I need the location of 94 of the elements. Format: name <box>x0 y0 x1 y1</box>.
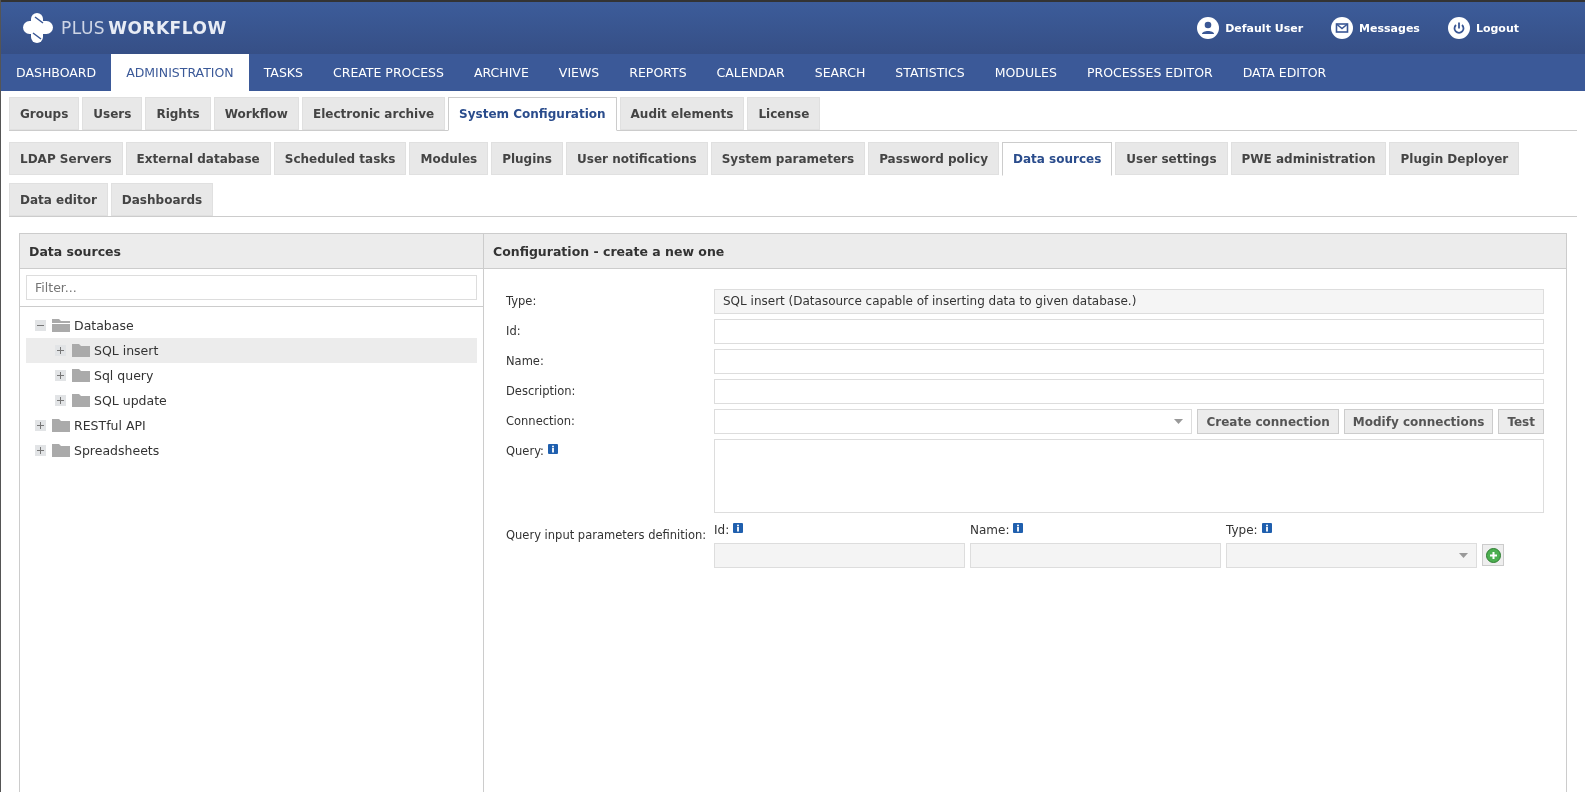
tree-item[interactable]: SQL insert <box>26 338 477 363</box>
tab[interactable]: Data editor <box>9 183 108 216</box>
folder-icon <box>72 394 90 407</box>
tab[interactable]: System Configuration <box>448 97 617 131</box>
panel-title: Data sources <box>29 243 121 259</box>
tree-item[interactable]: Spreadsheets <box>26 438 477 463</box>
field-label: Description: <box>506 384 576 398</box>
nav-tab[interactable]: TASKS <box>248 54 318 91</box>
tab[interactable]: System parameters <box>710 142 866 175</box>
tab[interactable]: Dashboards <box>110 183 214 216</box>
info-icon[interactable] <box>1013 523 1024 533</box>
expand-icon[interactable] <box>35 420 46 431</box>
tab[interactable]: Audit elements <box>619 97 745 130</box>
tab[interactable]: PWE administration <box>1230 142 1387 175</box>
nav-tab[interactable]: CREATE PROCESS <box>317 54 459 91</box>
header-link[interactable]: Default User <box>1197 17 1304 39</box>
tab[interactable]: Password policy <box>868 142 999 175</box>
collapse-icon[interactable] <box>35 320 46 331</box>
field-label: Query input parameters definition: <box>506 528 707 542</box>
column-label: Id: <box>714 523 730 537</box>
info-icon[interactable] <box>1261 523 1272 533</box>
folder-icon <box>72 344 90 357</box>
envelope-icon <box>1331 17 1354 39</box>
nav-tab[interactable]: MODULES <box>979 54 1072 91</box>
field-label: Name: <box>506 354 544 368</box>
tab[interactable]: Data sources <box>1002 142 1113 176</box>
tree-item[interactable]: RESTful API <box>26 413 477 438</box>
input-field[interactable] <box>714 379 1544 404</box>
input-field[interactable] <box>970 543 1221 568</box>
input-field[interactable] <box>714 543 965 568</box>
expand-icon[interactable] <box>55 345 66 356</box>
add-button[interactable] <box>1482 544 1504 566</box>
user-icon <box>1197 17 1220 39</box>
logo-icon <box>21 11 55 45</box>
nav-tab[interactable]: DASHBOARD <box>1 54 112 91</box>
dropdown-caret-icon <box>1459 553 1468 558</box>
field-label: Id: <box>506 324 521 338</box>
power-icon <box>1447 17 1470 39</box>
tab[interactable]: LDAP Servers <box>9 142 123 175</box>
nav-tab[interactable]: ADMINISTRATION <box>111 54 249 91</box>
header-link[interactable]: Logout <box>1447 17 1519 39</box>
nav-tab[interactable]: CALENDAR <box>701 54 800 91</box>
nav-tab[interactable]: STATISTICS <box>880 54 980 91</box>
tab[interactable]: Electronic archive <box>301 97 446 130</box>
tab[interactable]: User notifications <box>566 142 708 175</box>
info-icon[interactable] <box>733 523 744 533</box>
tab[interactable]: Scheduled tasks <box>273 142 407 175</box>
action-button[interactable]: Modify connections <box>1343 409 1494 434</box>
nav-tab[interactable]: DATA EDITOR <box>1227 54 1342 91</box>
field-label: Connection: <box>506 414 575 428</box>
column-label: Type: <box>1226 523 1258 537</box>
nav-tab[interactable]: REPORTS <box>614 54 702 91</box>
filter-field[interactable]: Filter... <box>26 275 477 300</box>
field-label: Query: <box>506 444 544 458</box>
expand-icon[interactable] <box>55 370 66 381</box>
panel-title: Configuration - create a new one <box>493 243 725 259</box>
tab[interactable]: External database <box>125 142 271 175</box>
tree-item[interactable]: Database <box>26 313 477 338</box>
tab[interactable]: Rights <box>145 97 211 130</box>
folder-icon <box>52 319 70 332</box>
select-field[interactable] <box>1226 543 1477 568</box>
folder-icon <box>52 444 70 457</box>
folder-icon <box>72 369 90 382</box>
nav-tab[interactable]: SEARCH <box>799 54 881 91</box>
nav-tab[interactable]: VIEWS <box>543 54 615 91</box>
input-field[interactable] <box>714 319 1544 344</box>
plus-icon <box>1485 547 1501 563</box>
field-label: Type: <box>506 294 537 308</box>
column-label: Name: <box>970 523 1010 537</box>
nav-tab[interactable]: ARCHIVE <box>458 54 544 91</box>
tab[interactable]: License <box>747 97 821 130</box>
select-field[interactable] <box>714 409 1193 434</box>
tree-item[interactable]: Sql query <box>26 363 477 388</box>
tab[interactable]: Workflow <box>213 97 299 130</box>
type-field: SQL insert (Datasource capable of inserting data to given database.) <box>714 289 1544 314</box>
tab[interactable]: Plugin Deployer <box>1389 142 1520 175</box>
nav-tab[interactable]: PROCESSES EDITOR <box>1071 54 1228 91</box>
brand-name: PLUS WORKFLOW <box>61 18 227 38</box>
action-button[interactable]: Create connection <box>1197 409 1339 434</box>
dropdown-caret-icon <box>1174 419 1184 424</box>
expand-icon[interactable] <box>55 395 66 406</box>
input-field[interactable] <box>714 349 1544 374</box>
tab[interactable]: User settings <box>1115 142 1228 175</box>
info-icon[interactable] <box>548 444 558 454</box>
folder-icon <box>52 419 70 432</box>
tab[interactable]: Modules <box>409 142 489 175</box>
tree-item[interactable]: SQL update <box>26 388 477 413</box>
tab[interactable]: Users <box>82 97 143 130</box>
tab[interactable]: Plugins <box>491 142 563 175</box>
header-link[interactable]: Messages <box>1331 17 1420 39</box>
tab[interactable]: Groups <box>9 97 80 130</box>
action-button[interactable]: Test <box>1498 409 1544 434</box>
expand-icon[interactable] <box>35 445 46 456</box>
query-field[interactable] <box>714 439 1544 513</box>
